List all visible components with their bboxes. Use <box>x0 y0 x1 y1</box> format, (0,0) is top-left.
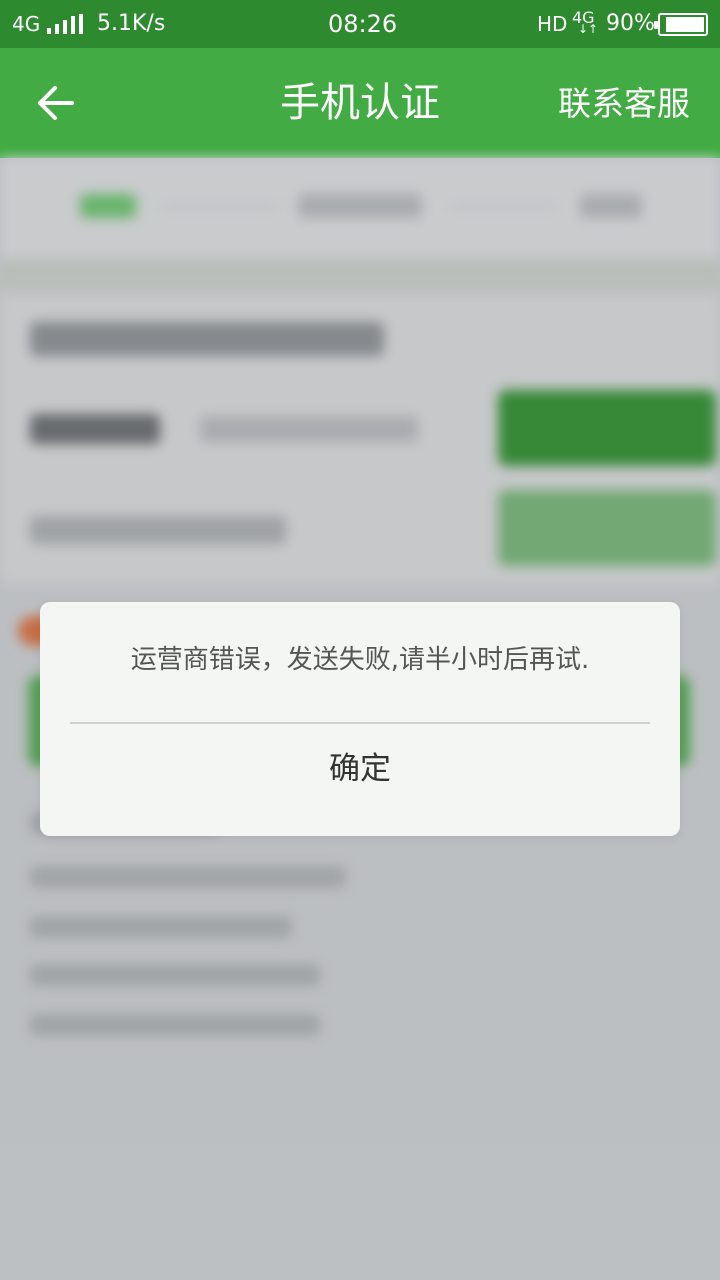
battery-percent: 90% <box>606 11 655 36</box>
alert-dialog: 运营商错误，发送失败,请半小时后再试. 确定 <box>40 602 680 836</box>
signal-icon <box>47 14 85 34</box>
network-type: 4G <box>12 12 41 36</box>
status-bar: 4G 5.1K/s 08:26 HD 4G ↓↑ 90% <box>0 0 720 48</box>
data-transfer-icon: ↓↑ <box>578 22 599 36</box>
clock: 08:26 <box>328 10 398 38</box>
network-speed: 5.1K/s <box>97 11 166 36</box>
dialog-message: 运营商错误，发送失败,请半小时后再试. <box>130 645 590 675</box>
app-bar: 手机认证 联系客服 <box>0 48 720 158</box>
confirm-button[interactable]: 确定 <box>40 724 680 836</box>
battery-icon <box>654 13 708 36</box>
battery-level <box>666 17 704 32</box>
hd-indicator: HD <box>537 12 568 36</box>
contact-support-button[interactable]: 联系客服 <box>558 82 690 126</box>
